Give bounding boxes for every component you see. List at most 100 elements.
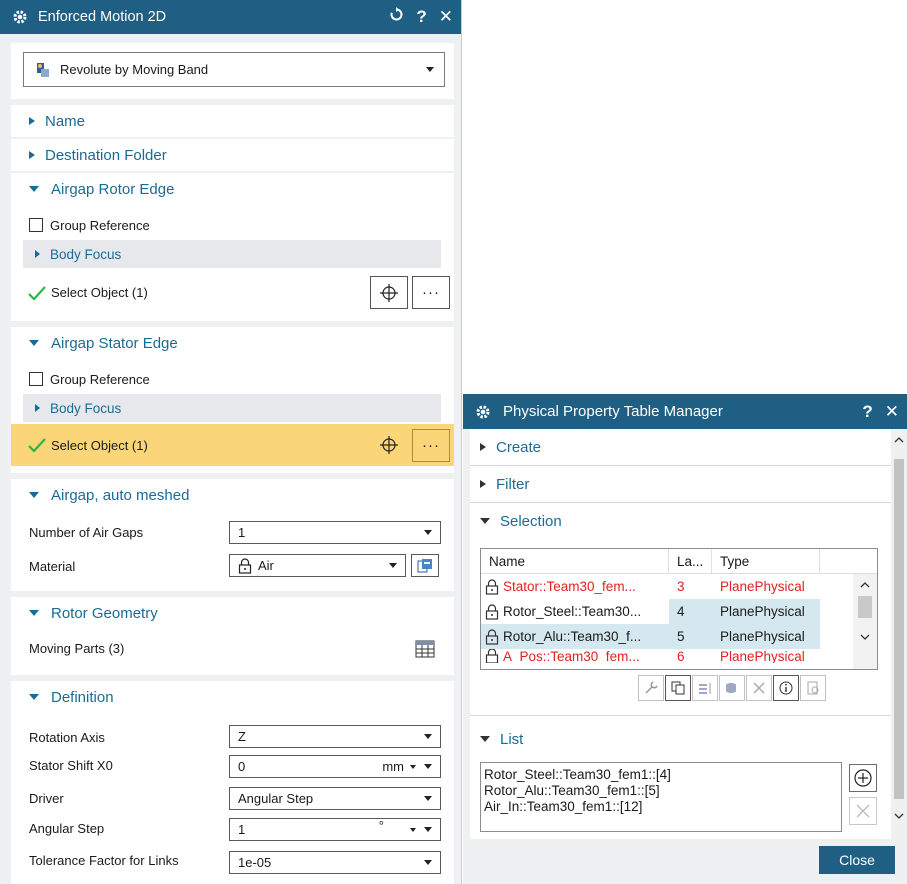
check-icon <box>28 285 46 301</box>
reset-icon[interactable] <box>389 7 404 27</box>
column-header-name[interactable]: Name <box>481 549 669 573</box>
scroll-down-icon[interactable] <box>891 809 907 823</box>
dialog-title: Enforced Motion 2D <box>38 9 167 25</box>
list-item[interactable]: Rotor_Alu::Team30_fem1::[5] <box>484 783 841 799</box>
group-reference-checkbox[interactable] <box>29 372 43 386</box>
section-header[interactable]: Airgap Rotor Edge <box>11 173 454 205</box>
list-item[interactable]: Air_In::Team30_fem1::[12] <box>484 799 841 815</box>
help-icon[interactable]: ? <box>862 402 872 422</box>
section-selection[interactable]: Selection <box>470 503 891 539</box>
section-destination-folder[interactable]: Destination Folder <box>11 139 454 171</box>
selected-list[interactable]: Rotor_Steel::Team30_fem1::[4] Rotor_Alu:… <box>480 762 842 832</box>
type-dropdown[interactable]: Revolute by Moving Band <box>23 52 445 87</box>
moving-parts-table-button[interactable] <box>411 635 439 663</box>
expand-icon <box>480 443 486 451</box>
database-button[interactable] <box>719 675 745 701</box>
rotation-axis-dropdown[interactable]: Z <box>229 725 441 748</box>
section-rotor-geometry-label: Rotor Geometry <box>51 604 158 622</box>
property-table-manager-dialog: Physical Property Table Manager ? ✕ Crea… <box>463 394 907 884</box>
rotation-axis-label: Rotation Axis <box>29 730 105 745</box>
section-header[interactable]: Airgap, auto meshed <box>11 479 454 511</box>
stator-shift-input[interactable]: 0 mm <box>229 755 441 778</box>
type-selector-panel: Revolute by Moving Band <box>11 43 454 99</box>
dialog-scrollbar[interactable] <box>891 429 907 839</box>
body-focus-toggle[interactable]: Body Focus <box>23 394 441 422</box>
section-filter-label: Filter <box>496 475 530 493</box>
number-of-air-gaps-dropdown[interactable]: 1 <box>229 521 441 544</box>
remove-from-list-button[interactable] <box>849 797 877 825</box>
report-button[interactable] <box>800 675 826 701</box>
select-object-label: Select Object (1) <box>51 285 148 300</box>
material-label: Material <box>29 559 76 574</box>
list-item[interactable]: Rotor_Steel::Team30_fem1::[4] <box>484 767 841 783</box>
angular-step-label: Angular Step <box>29 821 105 836</box>
angular-step-value: 1 <box>238 822 246 837</box>
driver-dropdown[interactable]: Angular Step <box>229 787 441 810</box>
section-definition: Definition Rotation Axis Z Stator Shift … <box>11 681 454 884</box>
material-dropdown[interactable]: Air <box>229 554 406 577</box>
move-up-button[interactable] <box>692 675 718 701</box>
group-reference-checkbox[interactable] <box>29 218 43 232</box>
info-button[interactable] <box>773 675 799 701</box>
expand-icon <box>480 480 486 488</box>
body-focus-toggle[interactable]: Body Focus <box>23 240 441 268</box>
copy-button[interactable] <box>665 675 691 701</box>
more-options-button[interactable]: ··· <box>412 428 450 462</box>
group-reference-label: Group Reference <box>50 371 150 387</box>
close-icon[interactable]: ✕ <box>885 402 899 422</box>
table-row[interactable]: Rotor_Alu::Team30_f... 5 PlanePhysical <box>481 624 877 649</box>
table-toolbar <box>637 675 826 701</box>
unit-chevron-icon[interactable] <box>410 827 416 832</box>
material-library-button[interactable] <box>411 554 439 577</box>
section-list[interactable]: List <box>470 721 891 757</box>
scroll-up-icon[interactable] <box>853 576 877 592</box>
help-icon[interactable]: ? <box>416 7 426 27</box>
select-object-label: Select Object (1) <box>51 437 148 453</box>
select-object-row[interactable]: Select Object (1) ··· <box>11 274 454 311</box>
close-button[interactable]: Close <box>819 846 895 874</box>
angular-step-input[interactable]: 1 ° <box>229 818 441 841</box>
section-create[interactable]: Create <box>470 429 891 465</box>
table-scroll-thumb[interactable] <box>858 596 872 618</box>
add-to-list-button[interactable] <box>849 764 877 792</box>
scroll-up-icon[interactable] <box>891 433 907 447</box>
group-reference-label: Group Reference <box>50 217 150 233</box>
row-name: Rotor_Steel::Team30... <box>503 604 642 619</box>
close-icon[interactable]: ✕ <box>439 7 453 27</box>
table-row[interactable]: Stator::Team30_fem... 3 PlanePhysical <box>481 574 877 599</box>
section-filter[interactable]: Filter <box>470 466 891 502</box>
row-name: Stator::Team30_fem... <box>503 579 636 594</box>
column-header-type[interactable]: Type <box>712 549 820 573</box>
chevron-down-icon <box>424 860 432 865</box>
angular-step-unit[interactable]: ° <box>379 818 384 833</box>
chevron-down-icon <box>424 734 432 739</box>
lock-icon <box>485 603 499 620</box>
revolute-icon <box>37 62 49 77</box>
section-header[interactable]: Airgap Stator Edge <box>11 327 454 359</box>
list-icon <box>699 683 711 694</box>
section-header[interactable]: Rotor Geometry <box>11 597 454 629</box>
crosshair-icon <box>380 436 398 454</box>
table-row[interactable]: A_Pos::Team30_fem... 6 PlanePhysical <box>481 649 877 663</box>
column-header-label[interactable]: La... <box>669 549 712 573</box>
number-of-air-gaps-value: 1 <box>238 525 246 540</box>
more-options-button[interactable]: ··· <box>412 276 450 309</box>
chevron-down-icon[interactable] <box>424 764 432 769</box>
crosshair-button[interactable] <box>370 276 408 309</box>
chevron-down-icon[interactable] <box>424 827 432 832</box>
table-scrollbar[interactable] <box>853 574 877 669</box>
table-row[interactable]: Rotor_Steel::Team30... 4 PlanePhysical <box>481 599 877 624</box>
tolerance-dropdown[interactable]: 1e-05 <box>229 851 441 874</box>
crosshair-button[interactable] <box>370 429 408 462</box>
unit-chevron-icon[interactable] <box>410 764 416 769</box>
section-name[interactable]: Name <box>11 105 454 137</box>
delete-button[interactable] <box>746 675 772 701</box>
select-object-row-active[interactable]: Select Object (1) ··· <box>11 424 454 466</box>
scroll-down-icon[interactable] <box>853 630 877 646</box>
stator-shift-unit[interactable]: mm <box>382 759 404 774</box>
edit-button[interactable] <box>638 675 664 701</box>
rotation-axis-value: Z <box>238 729 246 744</box>
section-header[interactable]: Definition <box>11 681 454 713</box>
section-airgap-auto-meshed: Airgap, auto meshed Number of Air Gaps 1… <box>11 479 454 591</box>
dialog-scroll-thumb[interactable] <box>894 459 904 799</box>
